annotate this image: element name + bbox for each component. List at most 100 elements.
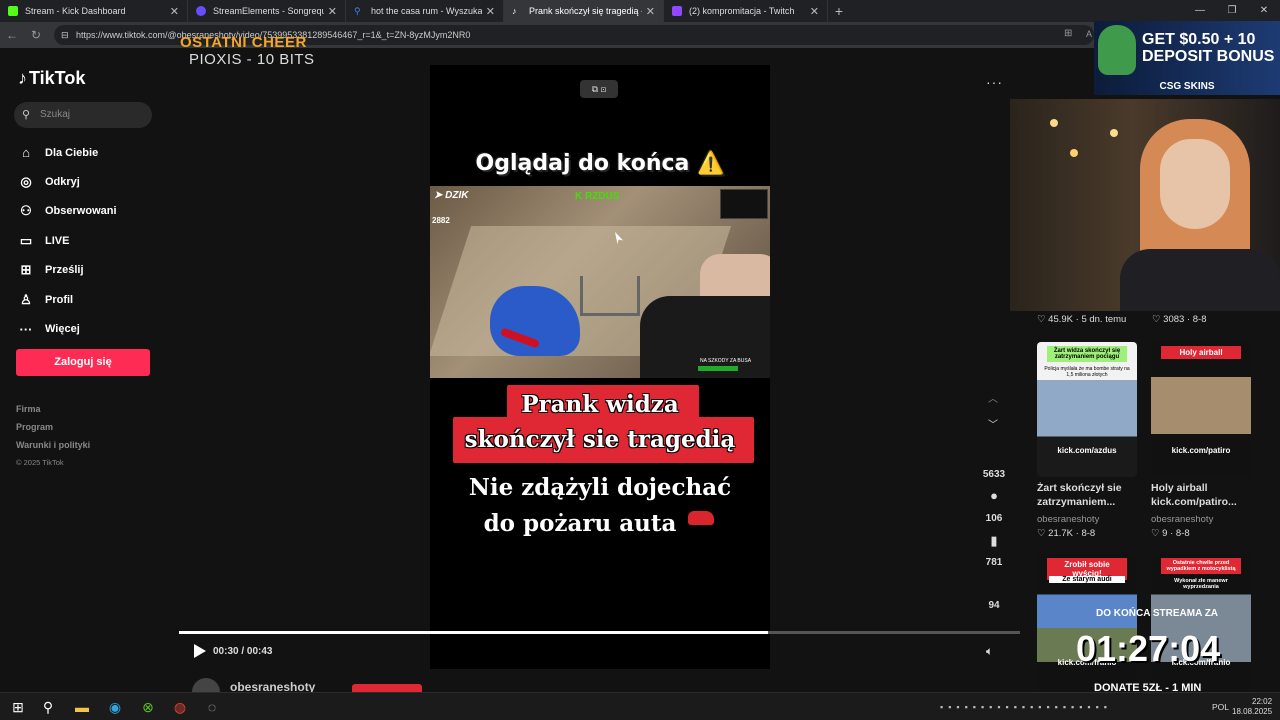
- when: 8-8: [1175, 528, 1190, 539]
- chrome-icon[interactable]: ◍: [172, 699, 188, 715]
- search-input[interactable]: ⚲ Szukaj: [14, 102, 152, 128]
- headline-line-2: skończył sie tragedią: [464, 426, 736, 453]
- when: 8-8: [1192, 314, 1207, 325]
- action-count-2: 106: [985, 513, 1003, 524]
- timer-title: DO KOŃCA STREAMA ZA: [1096, 608, 1219, 619]
- headline-line-1: Prank widza: [521, 391, 679, 418]
- tab-search[interactable]: ⚲ hot the casa rum - Wyszukaj ✕: [346, 0, 504, 22]
- user-follow-icon: ⚇: [20, 203, 32, 219]
- suggestion-card-1[interactable]: Żart widza skończył się zatrzymaniem poc…: [1037, 342, 1137, 477]
- tab-tiktok-active[interactable]: ♪ Prank skończył się tragedią - Hist ✕: [504, 0, 664, 22]
- tab-streamelements[interactable]: StreamElements - Songrequest ✕: [188, 0, 346, 22]
- logo-text: TikTok: [29, 68, 86, 88]
- close-tab-icon[interactable]: ✕: [646, 5, 655, 18]
- clock-time: 22:02: [1252, 697, 1273, 706]
- edge-icon[interactable]: ◉: [107, 699, 123, 715]
- sidebar-item-live[interactable]: ▭ LIVE: [16, 226, 117, 255]
- sidebar-item-dla-ciebie[interactable]: ⌂ Dla Ciebie: [16, 138, 117, 167]
- clip-brand-text: DZIK: [445, 190, 469, 201]
- close-tab-icon[interactable]: ✕: [810, 5, 819, 18]
- system-tray-icons[interactable]: ▪▪▪▪▪▪▪▪▪▪▪▪▪▪▪▪▪▪▪▪▪: [940, 702, 1112, 712]
- copyright: © 2025 TikTok: [16, 458, 64, 467]
- when: 5 dn. temu: [1081, 314, 1127, 325]
- next-video-icon[interactable]: ﹀: [988, 416, 998, 431]
- tab-label: Prank skończył się tragedią - Hist: [529, 6, 642, 16]
- tab-kick-dashboard[interactable]: Stream - Kick Dashboard ✕: [0, 0, 188, 22]
- sidebar-item-profil[interactable]: ♙ Profil: [16, 285, 117, 314]
- window-controls: — ❐ ✕: [1184, 0, 1280, 22]
- more-options-icon[interactable]: ···: [986, 74, 1003, 90]
- sidebar-item-obserwowani[interactable]: ⚇ Obserwowani: [16, 197, 117, 226]
- play-icon[interactable]: [194, 644, 206, 658]
- ad-mascot: [1098, 25, 1136, 75]
- new-tab-button[interactable]: +: [828, 3, 850, 19]
- clock[interactable]: 22:02 18.08.2025: [1232, 697, 1272, 717]
- windows-start-icon[interactable]: ⊞: [10, 699, 26, 715]
- card-header: Żart widza skończył się zatrzymaniem poc…: [1047, 346, 1127, 362]
- sidebar: ♪ TikTok ⚲ Szukaj ⌂ Dla Ciebie ◎ Odkryj …: [0, 48, 168, 692]
- search-placeholder: Szukaj: [40, 109, 71, 120]
- sidebar-item-przeslij[interactable]: ⊞ Prześlij: [16, 256, 117, 285]
- suggestion-card-2[interactable]: Holy airball kick.com/patiro: [1151, 342, 1251, 477]
- search-icon: ⚲: [22, 109, 31, 121]
- home-icon: ⌂: [22, 145, 30, 161]
- login-button[interactable]: Zaloguj się: [16, 349, 150, 376]
- sidebar-item-label: Profil: [45, 293, 74, 306]
- bookmark-icon[interactable]: ▮: [985, 533, 1003, 549]
- suggestion-author-2[interactable]: obesraneshoty: [1151, 514, 1213, 525]
- more-icon: ···: [19, 321, 33, 337]
- site-info-icon[interactable]: ⊟: [61, 25, 69, 45]
- sidebar-item-odkryj[interactable]: ◎ Odkryj: [16, 167, 117, 196]
- file-explorer-icon[interactable]: ▬: [74, 699, 90, 715]
- screen: Stream - Kick Dashboard ✕ StreamElements…: [0, 0, 1280, 720]
- clip-brand-tag: ➤ DZIK: [434, 190, 469, 201]
- video-player[interactable]: ⧉ ⊡ Oglądaj do końca ⚠️ ➤ DZIK 2882 K RZ…: [430, 65, 770, 669]
- prev-video-icon[interactable]: ︿: [988, 390, 998, 405]
- close-tab-icon[interactable]: ✕: [170, 5, 179, 18]
- back-icon[interactable]: ←: [0, 28, 24, 42]
- likes: 45.9K: [1048, 314, 1073, 325]
- footer-link-terms[interactable]: Warunki i polityki: [16, 440, 90, 458]
- profile-icon: ♙: [20, 291, 32, 307]
- video-time: 00:30 / 00:43: [213, 646, 273, 657]
- language-indicator[interactable]: POL: [1212, 702, 1229, 712]
- reader-icon[interactable]: A: [1086, 29, 1092, 39]
- suggestion-title-2[interactable]: Holy airball kick.com/patiro...: [1151, 481, 1237, 509]
- close-window-icon[interactable]: ✕: [1248, 0, 1280, 22]
- streamelements-favicon-icon: [196, 6, 206, 16]
- close-tab-icon[interactable]: ✕: [328, 5, 337, 18]
- title-line: zatrzymaniem...: [1037, 496, 1116, 508]
- minimize-icon[interactable]: —: [1184, 0, 1216, 22]
- sidebar-item-label: Więcej: [45, 323, 80, 336]
- progress-bar[interactable]: [179, 631, 1020, 634]
- card-caption: Ze starym audi: [1049, 576, 1125, 583]
- search-icon[interactable]: ⚲: [40, 699, 56, 715]
- picture-in-picture-icon[interactable]: ⧉ ⊡: [580, 80, 618, 98]
- sidebar-item-wiecej[interactable]: ··· Więcej: [16, 314, 117, 343]
- suggestion-author-1[interactable]: obesraneshoty: [1037, 514, 1099, 525]
- live-icon: ▭: [19, 232, 33, 248]
- volume-icon[interactable]: 🔈︎: [986, 644, 993, 659]
- suggestion-stat-1: ♡ 45.9K · 5 dn. temu: [1037, 314, 1127, 325]
- xbox-icon[interactable]: ⊗: [140, 699, 156, 715]
- sidebar-nav: ⌂ Dla Ciebie ◎ Odkryj ⚇ Obserwowani ▭ LI…: [16, 138, 117, 344]
- clip-ticker: NA SZKODY ZA BUSA: [700, 358, 752, 364]
- likes: 9: [1162, 528, 1168, 539]
- extension-icon[interactable]: ⊞: [1064, 28, 1072, 39]
- maximize-icon[interactable]: ❐: [1216, 0, 1248, 22]
- footer-link-firma[interactable]: Firma: [16, 404, 90, 422]
- close-tab-icon[interactable]: ✕: [486, 5, 495, 18]
- comment-icon[interactable]: ●: [985, 488, 1003, 504]
- suggestion-title-1[interactable]: Żart skończył sie zatrzymaniem...: [1037, 481, 1122, 509]
- obs-icon[interactable]: ◌: [204, 699, 220, 715]
- tiktok-logo[interactable]: ♪ TikTok: [18, 68, 85, 89]
- clip-ticker-bar: [698, 366, 738, 371]
- tab-twitch[interactable]: (2) kompromitacja - Twitch ✕: [664, 0, 828, 22]
- thumbnail: [1151, 342, 1251, 477]
- footer-link-program[interactable]: Program: [16, 422, 90, 440]
- card-kick: kick.com/patiro: [1171, 446, 1231, 455]
- car-emoji-icon: [688, 511, 714, 525]
- reload-icon[interactable]: ↻: [24, 28, 48, 42]
- card-caption: Policja myślała że ma bombe straty na 1,…: [1044, 366, 1130, 378]
- sidebar-item-label: Obserwowani: [45, 205, 117, 218]
